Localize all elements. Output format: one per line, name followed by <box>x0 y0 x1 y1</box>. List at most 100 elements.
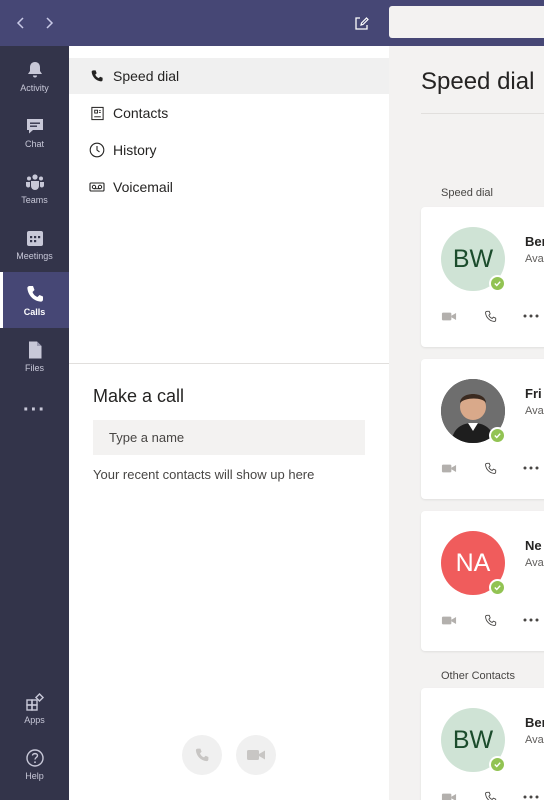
more-options-button[interactable] <box>522 307 540 325</box>
more-apps-button[interactable]: ··· <box>0 382 69 438</box>
make-call-title: Make a call <box>93 386 185 406</box>
section-label-other-contacts: Other Contacts <box>441 670 515 682</box>
rail-item-chat[interactable]: Chat <box>0 104 69 160</box>
video-camera-icon <box>441 464 457 472</box>
more-icon <box>523 466 539 470</box>
calls-panel: Speed dial Contacts History Voicemail Ma… <box>69 46 389 800</box>
video-call-button[interactable] <box>236 735 276 775</box>
more-options-button[interactable] <box>522 459 540 477</box>
contact-name: Ne <box>525 538 542 553</box>
presence-available-icon <box>489 756 506 773</box>
video-camera-icon <box>441 616 457 624</box>
contact-card[interactable]: NA Ne Ava <box>421 511 544 651</box>
speed-dial-pane: Speed dial Speed dial BW Ben Ava Fri Ava… <box>389 46 544 800</box>
contact-card[interactable]: Fri Ava <box>421 359 544 499</box>
audio-call-button[interactable] <box>481 307 499 325</box>
video-camera-icon <box>441 312 457 320</box>
video-camera-icon <box>441 793 457 800</box>
contact-card[interactable]: BW Ber Ava <box>421 688 544 800</box>
rail-item-calls[interactable]: Calls <box>0 272 69 328</box>
audio-call-button[interactable] <box>481 788 499 800</box>
phone-icon <box>484 791 496 800</box>
rail-label: Files <box>24 362 44 373</box>
video-camera-icon <box>247 750 265 760</box>
rail-item-meetings[interactable]: Meetings <box>0 216 69 272</box>
menu-item-speed-dial[interactable]: Speed dial <box>69 58 389 94</box>
phone-icon <box>26 285 43 302</box>
more-options-button[interactable] <box>522 788 540 800</box>
avatar-initials: BW <box>452 725 494 754</box>
back-button[interactable] <box>10 12 32 34</box>
title-divider <box>421 113 544 114</box>
rail-label: Apps <box>24 714 45 725</box>
chat-icon <box>26 118 43 133</box>
presence-available-icon <box>489 427 506 444</box>
contacts-icon <box>89 105 105 121</box>
app-rail: Activity Chat Teams Meetings Calls Files… <box>0 46 69 800</box>
apps-icon <box>25 692 44 711</box>
phone-icon <box>195 748 209 762</box>
rail-label: Activity <box>20 82 49 93</box>
rail-item-help[interactable]: Help <box>0 736 69 792</box>
menu-item-label: Speed dial <box>113 68 180 84</box>
audio-call-button[interactable] <box>481 611 499 629</box>
audio-call-button[interactable] <box>481 459 499 477</box>
page-title: Speed dial <box>421 68 535 95</box>
contact-name: Ben <box>525 234 544 249</box>
help-icon <box>25 748 44 767</box>
title-bar <box>0 0 544 46</box>
chevron-right-icon <box>46 17 54 29</box>
more-options-button[interactable] <box>522 611 540 629</box>
calendar-icon <box>26 230 43 246</box>
contact-status: Ava <box>525 405 544 417</box>
more-icon <box>523 314 539 318</box>
contact-status: Ava <box>525 253 544 265</box>
video-call-button[interactable] <box>440 611 458 629</box>
rail-item-apps[interactable]: Apps <box>0 680 69 736</box>
rail-item-teams[interactable]: Teams <box>0 160 69 216</box>
bell-icon <box>27 61 42 77</box>
presence-available-icon <box>489 275 506 292</box>
type-a-name-input[interactable] <box>93 420 365 455</box>
compose-icon <box>354 16 369 30</box>
section-divider <box>69 363 389 364</box>
avatar-initials: NA <box>455 548 491 577</box>
more-icon <box>523 795 539 799</box>
contact-name: Fri <box>525 386 542 401</box>
section-label-speed-dial: Speed dial <box>441 187 493 199</box>
more-icon: ··· <box>23 398 46 421</box>
video-call-button[interactable] <box>440 788 458 800</box>
phone-icon <box>484 462 496 474</box>
rail-label: Chat <box>24 138 44 149</box>
phone-icon <box>484 614 496 626</box>
menu-item-history[interactable]: History <box>69 132 389 168</box>
menu-item-contacts[interactable]: Contacts <box>69 95 389 131</box>
recent-contacts-hint: Your recent contacts will show up here <box>93 467 315 482</box>
contact-status: Ava <box>525 734 544 746</box>
new-chat-button[interactable] <box>350 12 372 34</box>
rail-item-files[interactable]: Files <box>0 328 69 384</box>
rail-label: Meetings <box>16 250 53 261</box>
audio-call-button[interactable] <box>182 735 222 775</box>
menu-item-label: Contacts <box>113 105 169 121</box>
video-call-button[interactable] <box>440 459 458 477</box>
rail-item-activity[interactable]: Activity <box>0 48 69 104</box>
search-input[interactable] <box>389 6 544 38</box>
voicemail-icon <box>89 179 105 195</box>
avatar-initials: BW <box>452 244 494 273</box>
phone-icon <box>484 310 496 322</box>
clock-icon <box>89 142 105 158</box>
rail-label: Teams <box>21 194 48 205</box>
rail-label: Calls <box>23 306 46 317</box>
teams-icon <box>25 173 44 190</box>
menu-item-voicemail[interactable]: Voicemail <box>69 169 389 205</box>
contact-name: Ber <box>525 715 544 730</box>
menu-item-label: History <box>113 142 157 158</box>
video-call-button[interactable] <box>440 307 458 325</box>
more-icon <box>523 618 539 622</box>
contact-card[interactable]: BW Ben Ava <box>421 207 544 347</box>
rail-label: Help <box>25 770 44 781</box>
forward-button[interactable] <box>38 12 60 34</box>
file-icon <box>28 341 41 358</box>
menu-item-label: Voicemail <box>113 179 173 195</box>
